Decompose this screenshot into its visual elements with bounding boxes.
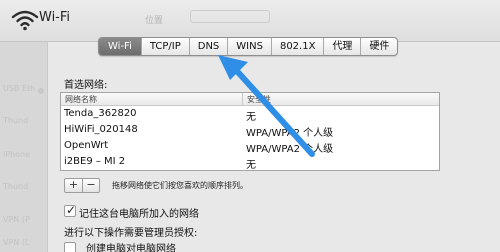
network-security: WPA/WPA2 个人级 [246, 144, 334, 155]
column-security[interactable]: 安全性 [247, 94, 271, 105]
table-row[interactable]: Tenda_362820 无 [61, 107, 439, 123]
column-divider [242, 93, 243, 106]
window-header: Wi-Fi 位置 [0, 0, 500, 42]
network-name: Tenda_362820 [64, 108, 137, 119]
column-network-name[interactable]: 网络名称 [65, 94, 97, 105]
tab-tcpip[interactable]: TCP/IP [140, 38, 189, 55]
tab-wifi[interactable]: Wi-Fi [99, 38, 141, 55]
bg-service-item: USB Eth [3, 84, 36, 93]
window-title: Wi-Fi [39, 10, 71, 25]
network-security: WPA/WPA2 个人级 [246, 128, 334, 139]
bg-service-item: iPhone [3, 150, 31, 159]
create-computer-network-checkbox[interactable] [64, 242, 76, 252]
add-network-button[interactable]: + [65, 179, 82, 192]
bg-service-item: Thund [3, 182, 29, 191]
network-security: 无 [246, 112, 256, 123]
bg-service-item: VPN (L [3, 238, 30, 247]
table-header: 网络名称 安全性 [61, 93, 439, 106]
add-remove-control: + − [64, 178, 100, 193]
tab-8021x[interactable]: 802.1X [270, 38, 323, 55]
network-name: i2BE9 – MI 2 [64, 156, 126, 167]
tab-wins[interactable]: WINS [227, 38, 271, 55]
remember-networks-checkbox[interactable]: ✓ [64, 203, 77, 217]
admin-authorization-label: 进行以下操作需要管理员授权: [64, 228, 198, 239]
bg-service-item: VPN (P [3, 215, 30, 224]
tab-bar: Wi-Fi TCP/IP DNS WINS 802.1X 代理 硬件 [98, 37, 399, 56]
tab-hardware[interactable]: 硬件 [360, 38, 397, 55]
remember-networks-label[interactable]: 记住这台电脑所加入的网络 [79, 205, 199, 220]
faint-location-label: 位置 [145, 16, 164, 26]
drag-hint-text: 拖移网络使它们按您喜欢的顺序排列。 [112, 181, 248, 190]
preferred-networks-label: 首选网络: [64, 80, 108, 91]
background-service-list: USB Eth Thund iPhone Thund VPN (P VPN (L [0, 42, 48, 252]
remove-network-button[interactable]: − [82, 179, 99, 192]
bg-service-item: Thund [3, 116, 29, 125]
status-dot-icon [38, 88, 44, 94]
tab-dns[interactable]: DNS [188, 38, 228, 55]
table-row[interactable]: i2BE9 – MI 2 无 [61, 155, 439, 171]
checkmark-icon: ✓ [66, 203, 77, 217]
table-row[interactable]: HiWiFi_020148 WPA/WPA2 个人级 [61, 123, 439, 139]
table-row[interactable]: OpenWrt WPA/WPA2 个人级 [61, 139, 439, 155]
wifi-icon [11, 10, 39, 31]
network-name: HiWiFi_020148 [64, 124, 138, 135]
create-computer-network-label[interactable]: 创建电脑对电脑网络 [86, 240, 176, 252]
network-name: OpenWrt [64, 140, 109, 151]
faint-location-dropdown [190, 10, 270, 23]
network-security: 无 [246, 160, 256, 171]
tab-proxy[interactable]: 代理 [323, 38, 360, 55]
preferred-networks-table[interactable]: 网络名称 安全性 Tenda_362820 无 HiWiFi_020148 WP… [60, 92, 440, 171]
